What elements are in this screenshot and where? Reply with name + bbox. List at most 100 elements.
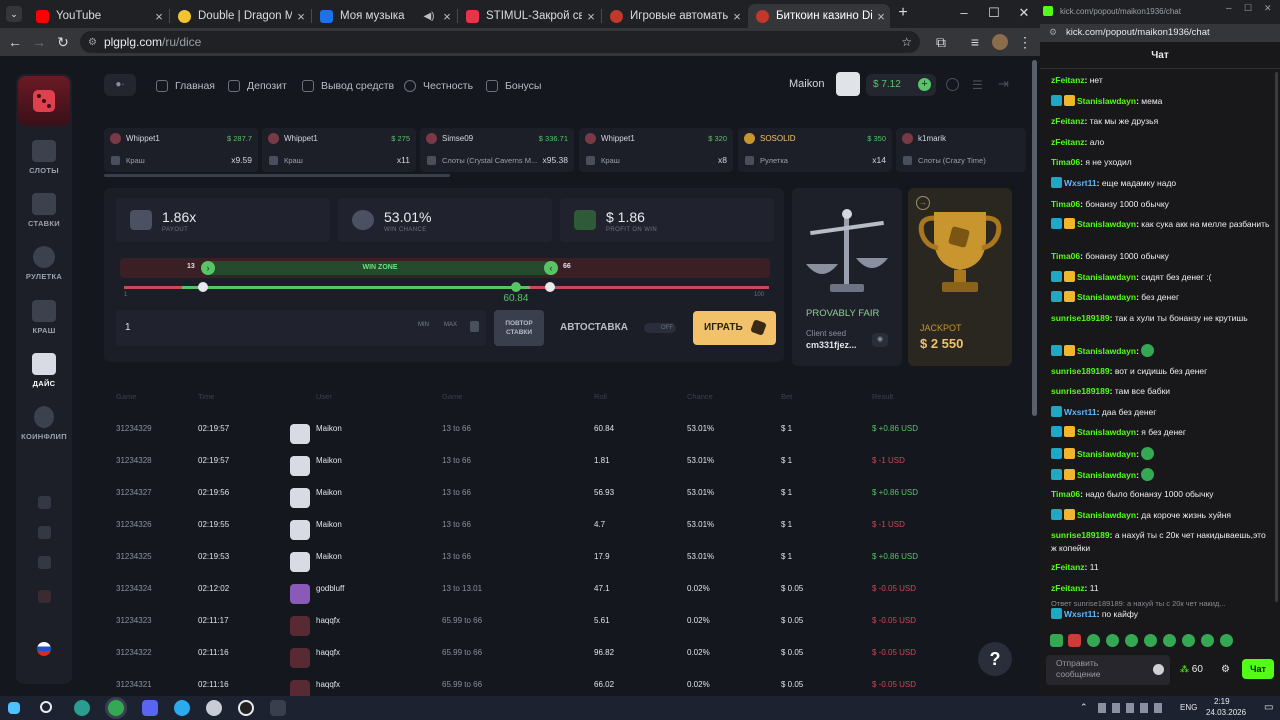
chat-username[interactable]: sunrise189189 bbox=[1051, 530, 1110, 540]
chat-username[interactable]: zFeitanz bbox=[1051, 562, 1085, 572]
chat-username[interactable]: Stanislawdayn bbox=[1077, 292, 1136, 302]
min-range-knob[interactable] bbox=[198, 282, 208, 292]
close-icon[interactable]: × bbox=[438, 9, 456, 24]
chat-username[interactable]: sunrise189189 bbox=[1051, 313, 1110, 323]
sidebar-item-coinflip[interactable]: КОИНФЛИП bbox=[16, 406, 72, 441]
chat-url-bar[interactable]: kick.com/popout/maikon1936/chat ⚙ bbox=[1040, 24, 1280, 42]
tab-search-button[interactable]: ⌄ bbox=[6, 6, 22, 22]
chat-username[interactable]: Tima06 bbox=[1051, 157, 1080, 167]
username[interactable]: Maikon bbox=[789, 78, 824, 90]
emote-icon[interactable] bbox=[1220, 634, 1233, 647]
language-flag-ru[interactable] bbox=[37, 642, 51, 656]
forward-icon[interactable]: → bbox=[30, 33, 48, 51]
telegram-icon[interactable] bbox=[174, 700, 190, 716]
page-scrollbar[interactable] bbox=[1032, 60, 1037, 416]
emote-icon[interactable] bbox=[1182, 634, 1195, 647]
search-icon[interactable] bbox=[40, 701, 52, 713]
emote-icon[interactable] bbox=[1050, 634, 1063, 647]
feed-card[interactable]: Whippet1 $ 287.7 Краш x9.59 bbox=[104, 128, 258, 172]
play-button[interactable]: ИГРАТЬ bbox=[693, 311, 776, 345]
chat-input[interactable]: Отправить сообщение bbox=[1046, 655, 1170, 685]
range-high-handle[interactable]: ‹ bbox=[544, 261, 558, 275]
tab-music[interactable]: Моя музыка ◀) × bbox=[312, 4, 456, 28]
app-icon[interactable] bbox=[206, 700, 222, 716]
settings-icon[interactable] bbox=[946, 78, 959, 91]
chat-username[interactable]: zFeitanz bbox=[1051, 116, 1085, 126]
maximize-icon[interactable]: ☐ bbox=[1244, 3, 1252, 14]
chrome-icon[interactable] bbox=[108, 700, 124, 716]
address-bar[interactable]: ⚙ plgplg.com/ru/dice ☆ bbox=[80, 31, 920, 53]
row-user[interactable]: Maikon bbox=[316, 488, 342, 497]
chat-username[interactable]: Wxsrt11 bbox=[1064, 178, 1097, 188]
emote-icon[interactable] bbox=[1144, 634, 1157, 647]
chat-username[interactable]: Wxsrt11 bbox=[1064, 407, 1097, 417]
feed-card[interactable]: Whippet1 $ 275 Краш x11 bbox=[262, 128, 416, 172]
emote-icon[interactable] bbox=[1163, 634, 1176, 647]
nav-home[interactable]: Главная bbox=[156, 78, 215, 94]
sidebar-item-dice[interactable]: ДАЙС bbox=[16, 353, 72, 388]
avatar[interactable] bbox=[836, 72, 860, 96]
provably-fair-card[interactable]: PROVABLY FAIR Client seed cm331fjez... ◉ bbox=[792, 188, 902, 366]
minimize-icon[interactable]: – bbox=[1226, 3, 1232, 14]
tab-dragon-money[interactable]: Double | Dragon Money× bbox=[170, 4, 310, 28]
sound-off-icon[interactable] bbox=[38, 590, 51, 603]
repeat-bet-button[interactable]: ПОВТОР СТАВКИ bbox=[494, 310, 544, 346]
clock-date[interactable]: 24.03.2026 bbox=[1206, 708, 1246, 717]
table-row[interactable]: 31234325 02:19:53 Maikon 13 to 66 17.9 53.01%… bbox=[104, 540, 1014, 572]
jackpot-card[interactable]: → JACKPOT $ 2 550 bbox=[908, 188, 1012, 366]
list-icon[interactable]: ☰ bbox=[972, 78, 983, 92]
nav-fairness[interactable]: Честность bbox=[404, 78, 473, 94]
chat-username[interactable]: zFeitanz bbox=[1051, 75, 1085, 85]
media-icon[interactable]: ≡ bbox=[966, 33, 984, 51]
extensions-icon[interactable]: ⧉ bbox=[932, 33, 950, 51]
sidebar-item-slots[interactable]: СЛОТЫ bbox=[16, 140, 72, 175]
new-tab-button[interactable]: + bbox=[889, 3, 917, 23]
emote-icon[interactable] bbox=[1106, 634, 1119, 647]
row-user[interactable]: haqqfx bbox=[316, 680, 340, 689]
chat-username[interactable]: Stanislawdayn bbox=[1077, 219, 1136, 229]
range-low-handle[interactable]: › bbox=[201, 261, 215, 275]
balance-box[interactable]: $ 7.12 + bbox=[866, 74, 936, 96]
row-user[interactable]: haqqfx bbox=[316, 616, 340, 625]
twitter-icon[interactable] bbox=[38, 526, 51, 539]
chat-username[interactable]: Stanislawdayn bbox=[1077, 272, 1136, 282]
nav-withdraw[interactable]: Вывод средств bbox=[302, 78, 394, 94]
max-range-knob[interactable] bbox=[545, 282, 555, 292]
chat-username[interactable]: Stanislawdayn bbox=[1077, 449, 1136, 459]
chat-username[interactable]: Stanislawdayn bbox=[1077, 510, 1136, 520]
chat-username[interactable]: Tima06 bbox=[1051, 489, 1080, 499]
chat-username[interactable]: sunrise189189 bbox=[1051, 366, 1110, 376]
discord-icon[interactable] bbox=[142, 700, 158, 716]
edge-icon[interactable] bbox=[74, 700, 90, 716]
feed-card[interactable]: Whippet1 $ 320 Краш x8 bbox=[579, 128, 733, 172]
reload-icon[interactable]: ↻ bbox=[54, 33, 72, 51]
close-window-icon[interactable]: ✕ bbox=[1010, 3, 1038, 23]
chat-username[interactable]: Stanislawdayn bbox=[1077, 346, 1136, 356]
table-row[interactable]: 31234329 02:19:57 Maikon 13 to 66 60.84 53.01… bbox=[104, 412, 1014, 444]
chat-settings-icon[interactable]: ⚙ bbox=[1221, 664, 1230, 675]
table-row[interactable]: 31234322 02:11:16 haqqfx 65.99 to 66 96.82 0.… bbox=[104, 636, 1014, 668]
chat-username[interactable]: zFeitanz bbox=[1051, 137, 1085, 147]
close-icon[interactable]: × bbox=[582, 9, 600, 24]
emoji-picker-icon[interactable] bbox=[1153, 664, 1164, 675]
bet-amount-input[interactable]: 1 MIN MAX bbox=[116, 310, 486, 346]
chat-username[interactable]: sunrise189189 bbox=[1051, 386, 1110, 396]
row-user[interactable]: Maikon bbox=[316, 456, 342, 465]
add-funds-icon[interactable]: + bbox=[918, 78, 931, 91]
minimize-icon[interactable]: – bbox=[950, 3, 978, 23]
chat-scrollbar[interactable] bbox=[1275, 72, 1278, 602]
table-row[interactable]: 31234326 02:19:55 Maikon 13 to 66 4.7 53.01% $… bbox=[104, 508, 1014, 540]
send-chat-button[interactable]: Чат bbox=[1242, 659, 1274, 679]
facebook-icon[interactable] bbox=[38, 556, 51, 569]
feed-card[interactable]: k1marik Слоты (Crazy Time) bbox=[896, 128, 1026, 172]
nav-bonuses[interactable]: Бонусы bbox=[486, 78, 541, 94]
keyboard-language[interactable]: ENG bbox=[1180, 703, 1197, 712]
logout-icon[interactable]: ⇥ bbox=[998, 76, 1009, 92]
tray-icons[interactable] bbox=[1098, 703, 1168, 713]
tab-dice[interactable]: Биткоин казино Dice | Дон× bbox=[748, 4, 890, 28]
row-user[interactable]: haqqfx bbox=[316, 648, 340, 657]
emote-icon[interactable] bbox=[1087, 634, 1100, 647]
close-icon[interactable]: × bbox=[150, 9, 168, 24]
close-icon[interactable]: × bbox=[872, 9, 890, 24]
emote-icon[interactable] bbox=[1068, 634, 1081, 647]
